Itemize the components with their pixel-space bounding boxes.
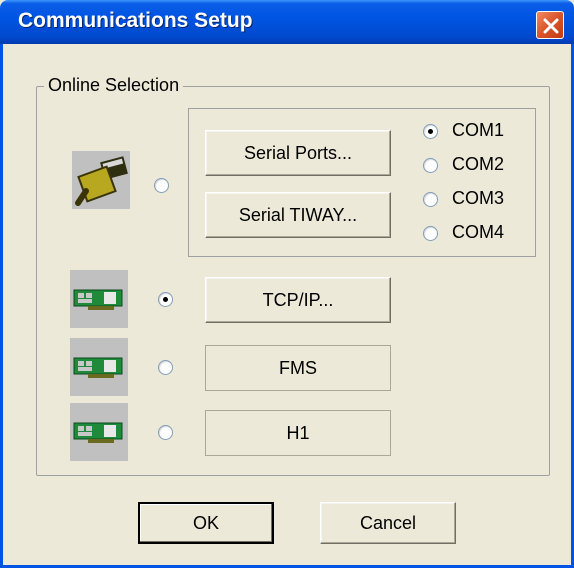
h1-radio[interactable] [158, 425, 173, 440]
network-card-icon [70, 403, 128, 461]
tcpip-button[interactable]: TCP/IP... [205, 277, 391, 323]
cancel-button[interactable]: Cancel [320, 502, 456, 544]
com2-label: COM2 [452, 154, 505, 174]
serial-radio[interactable] [154, 178, 169, 193]
com4-radio[interactable] [423, 226, 438, 241]
com4-label: COM4 [452, 222, 505, 242]
network-card-icon [70, 338, 128, 396]
frame-left [0, 44, 3, 568]
serial-cable-icon [72, 151, 130, 209]
title-bar: Communications Setup [0, 0, 574, 44]
serial-tiway-button[interactable]: Serial TIWAY... [205, 192, 391, 238]
com1-label: COM1 [452, 120, 505, 140]
close-button[interactable] [536, 11, 564, 39]
fms-button[interactable]: FMS [205, 345, 391, 391]
online-selection-label: Online Selection [44, 75, 184, 96]
h1-button[interactable]: H1 [205, 410, 391, 456]
fms-radio[interactable] [158, 360, 173, 375]
com3-radio[interactable] [423, 192, 438, 207]
serial-ports-button[interactable]: Serial Ports... [205, 130, 391, 176]
com1-radio[interactable] [423, 124, 438, 139]
close-icon [543, 18, 559, 34]
ok-button[interactable]: OK [138, 502, 274, 544]
com2-radio[interactable] [423, 158, 438, 173]
network-card-icon [70, 270, 128, 328]
window-title: Communications Setup [18, 9, 253, 32]
communications-setup-dialog: Communications Setup Online Selection Se… [0, 0, 574, 568]
com3-label: COM3 [452, 188, 505, 208]
tcpip-radio[interactable] [158, 292, 173, 307]
